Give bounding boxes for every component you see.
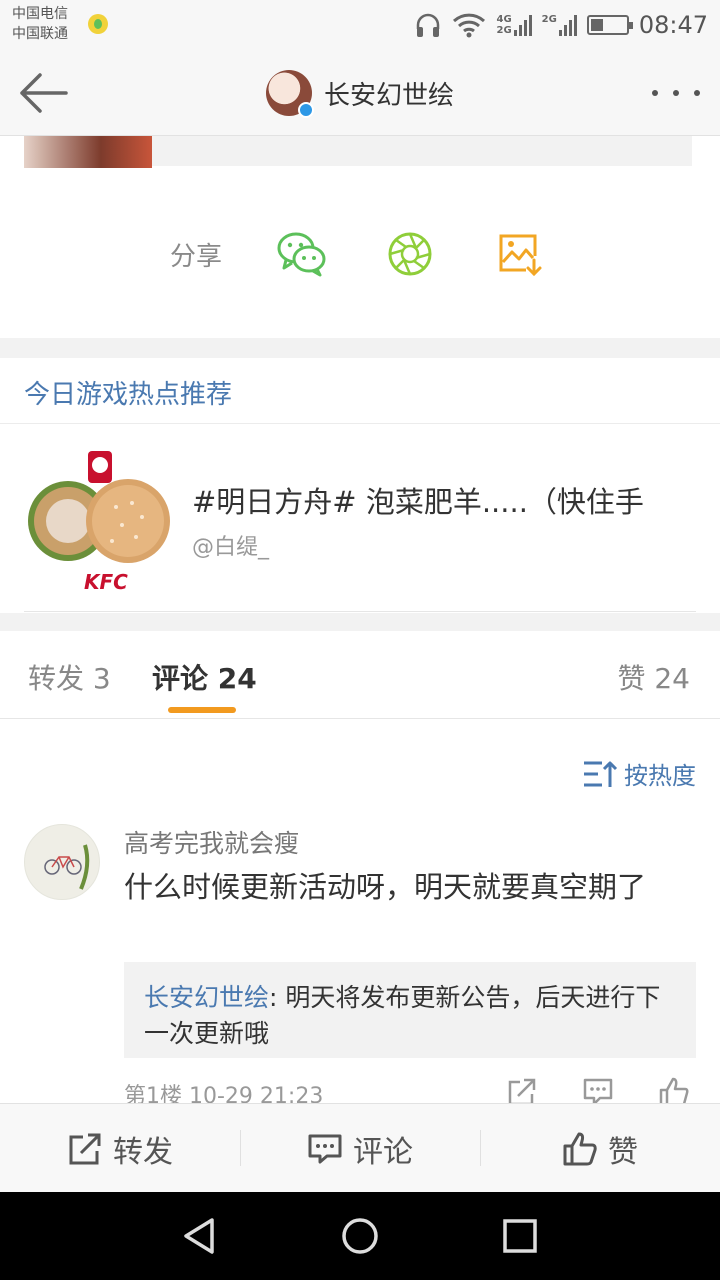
reply-author[interactable]: 长安幻世绘 xyxy=(144,983,269,1012)
sort-icon xyxy=(584,761,618,787)
status-bar: 中国电信 中国联通 4G 2G 2G 08:47 xyxy=(0,0,720,50)
comment-reply[interactable]: 长安幻世绘: 明天将发布更新公告，后天进行下一次更新哦 xyxy=(124,962,696,1058)
tab-like[interactable]: 赞 24 xyxy=(617,657,690,697)
comment-author[interactable]: 高考完我就会瘦 xyxy=(124,824,299,860)
system-nav-bar xyxy=(0,1192,720,1280)
headphones-icon xyxy=(417,13,440,37)
comment-meta: 第1楼 10-29 21:23 xyxy=(124,1084,324,1103)
sort-label: 按热度 xyxy=(624,762,696,790)
arrow-left-icon xyxy=(20,73,68,113)
carrier-1: 中国电信 xyxy=(12,6,68,22)
circle-home-icon xyxy=(342,1218,378,1254)
net-1-top: 4G xyxy=(496,14,512,25)
tab-comment[interactable]: 评论 24 xyxy=(152,657,257,697)
verified-badge-icon xyxy=(298,102,314,118)
kfc-text: KFC xyxy=(84,570,128,593)
repost-icon xyxy=(508,1078,536,1103)
like-label: 赞 xyxy=(608,1134,638,1170)
back-button[interactable] xyxy=(16,70,72,116)
battery-icon xyxy=(586,15,633,35)
page-title: 长安幻世绘 xyxy=(324,80,455,111)
more-dots-icon xyxy=(652,90,658,96)
net-2: 2G xyxy=(541,14,557,25)
signal-2: 2G xyxy=(542,14,577,36)
save-image-icon xyxy=(499,234,542,277)
comment-avatar[interactable] xyxy=(24,824,100,900)
wechat-icon xyxy=(277,232,326,277)
sort-button[interactable]: 按热度 xyxy=(582,756,696,791)
carrier-app-icon xyxy=(88,14,108,34)
comment-button[interactable]: 评论 xyxy=(240,1104,480,1193)
tab-repost[interactable]: 转发 3 xyxy=(28,657,111,697)
square-recents-icon xyxy=(503,1219,537,1253)
like-button[interactable]: 赞 xyxy=(480,1104,720,1193)
carrier-info: 中国电信 中国联通 xyxy=(12,4,68,44)
share-wechat-button[interactable] xyxy=(276,230,328,278)
share-label: 分享 xyxy=(170,242,223,272)
recommend-author[interactable]: @白缇_ xyxy=(192,529,269,561)
post-content-peek xyxy=(152,136,692,166)
reply-separator: : xyxy=(269,983,286,1012)
repost-button[interactable]: 转发 xyxy=(0,1104,240,1193)
repost-icon xyxy=(69,1133,101,1164)
comment-text: 什么时候更新活动呀，明天就要真空期了 xyxy=(124,870,647,904)
active-tab-indicator xyxy=(168,707,236,713)
header-account[interactable]: 长安幻世绘 xyxy=(266,68,454,118)
nav-home-button[interactable] xyxy=(336,1212,384,1260)
wifi-icon xyxy=(453,13,486,38)
moments-icon xyxy=(388,232,432,276)
nav-back-button[interactable] xyxy=(176,1212,224,1260)
signal-1: 4G 2G xyxy=(496,14,532,36)
recommend-text: #明日方舟# 泡菜肥羊.....（快住手 xyxy=(192,485,644,519)
comment-like-button[interactable] xyxy=(658,1076,690,1103)
recommend-item[interactable]: KFC #明日方舟# 泡菜肥羊.....（快住手 @白缇_ xyxy=(0,425,720,613)
clock: 08:47 xyxy=(638,11,708,39)
battery-level xyxy=(590,19,603,31)
recommend-header: 今日游戏热点推荐 xyxy=(0,358,720,424)
nav-recents-button[interactable] xyxy=(496,1212,544,1260)
triangle-back-icon xyxy=(184,1218,214,1254)
bottom-toolbar: 转发 评论 赞 xyxy=(0,1103,720,1192)
signal-bars-2 xyxy=(558,14,577,36)
comment-reply-button[interactable] xyxy=(582,1076,614,1103)
interaction-tabs: 转发 3 评论 24 赞 24 xyxy=(0,631,720,719)
carrier-2: 中国联通 xyxy=(12,26,68,42)
save-image-button[interactable] xyxy=(496,230,548,278)
recommend-thumbnail: KFC xyxy=(24,445,172,594)
status-indicators: 4G 2G 2G 08:47 xyxy=(414,8,708,42)
signal-bars-1 xyxy=(513,14,532,36)
share-section: 分享 xyxy=(0,136,720,338)
comment-icon xyxy=(583,1078,613,1103)
thumbs-up-icon xyxy=(563,1132,597,1165)
post-image-peek[interactable] xyxy=(24,136,152,168)
section-gap xyxy=(0,338,720,358)
avatar[interactable] xyxy=(266,70,314,118)
repost-label: 转发 xyxy=(113,1134,173,1170)
recommend-title: 今日游戏热点推荐 xyxy=(24,380,233,410)
thumbs-up-icon xyxy=(659,1077,689,1103)
share-moments-button[interactable] xyxy=(386,230,438,278)
divider xyxy=(24,611,696,612)
section-gap xyxy=(0,613,720,631)
bicycle-icon xyxy=(44,844,90,890)
comment-repost-button[interactable] xyxy=(506,1076,538,1103)
comment-icon xyxy=(308,1134,342,1163)
more-button[interactable] xyxy=(648,78,704,108)
net-1-bottom: 2G xyxy=(496,25,512,36)
app-header: 长安幻世绘 xyxy=(0,50,720,136)
comment-list: 按热度 高考完我就会瘦 什么时候更新活动呀，明天就要真空期了 长安幻世绘: 明天… xyxy=(0,720,720,1103)
comment-label: 评论 xyxy=(353,1134,413,1170)
